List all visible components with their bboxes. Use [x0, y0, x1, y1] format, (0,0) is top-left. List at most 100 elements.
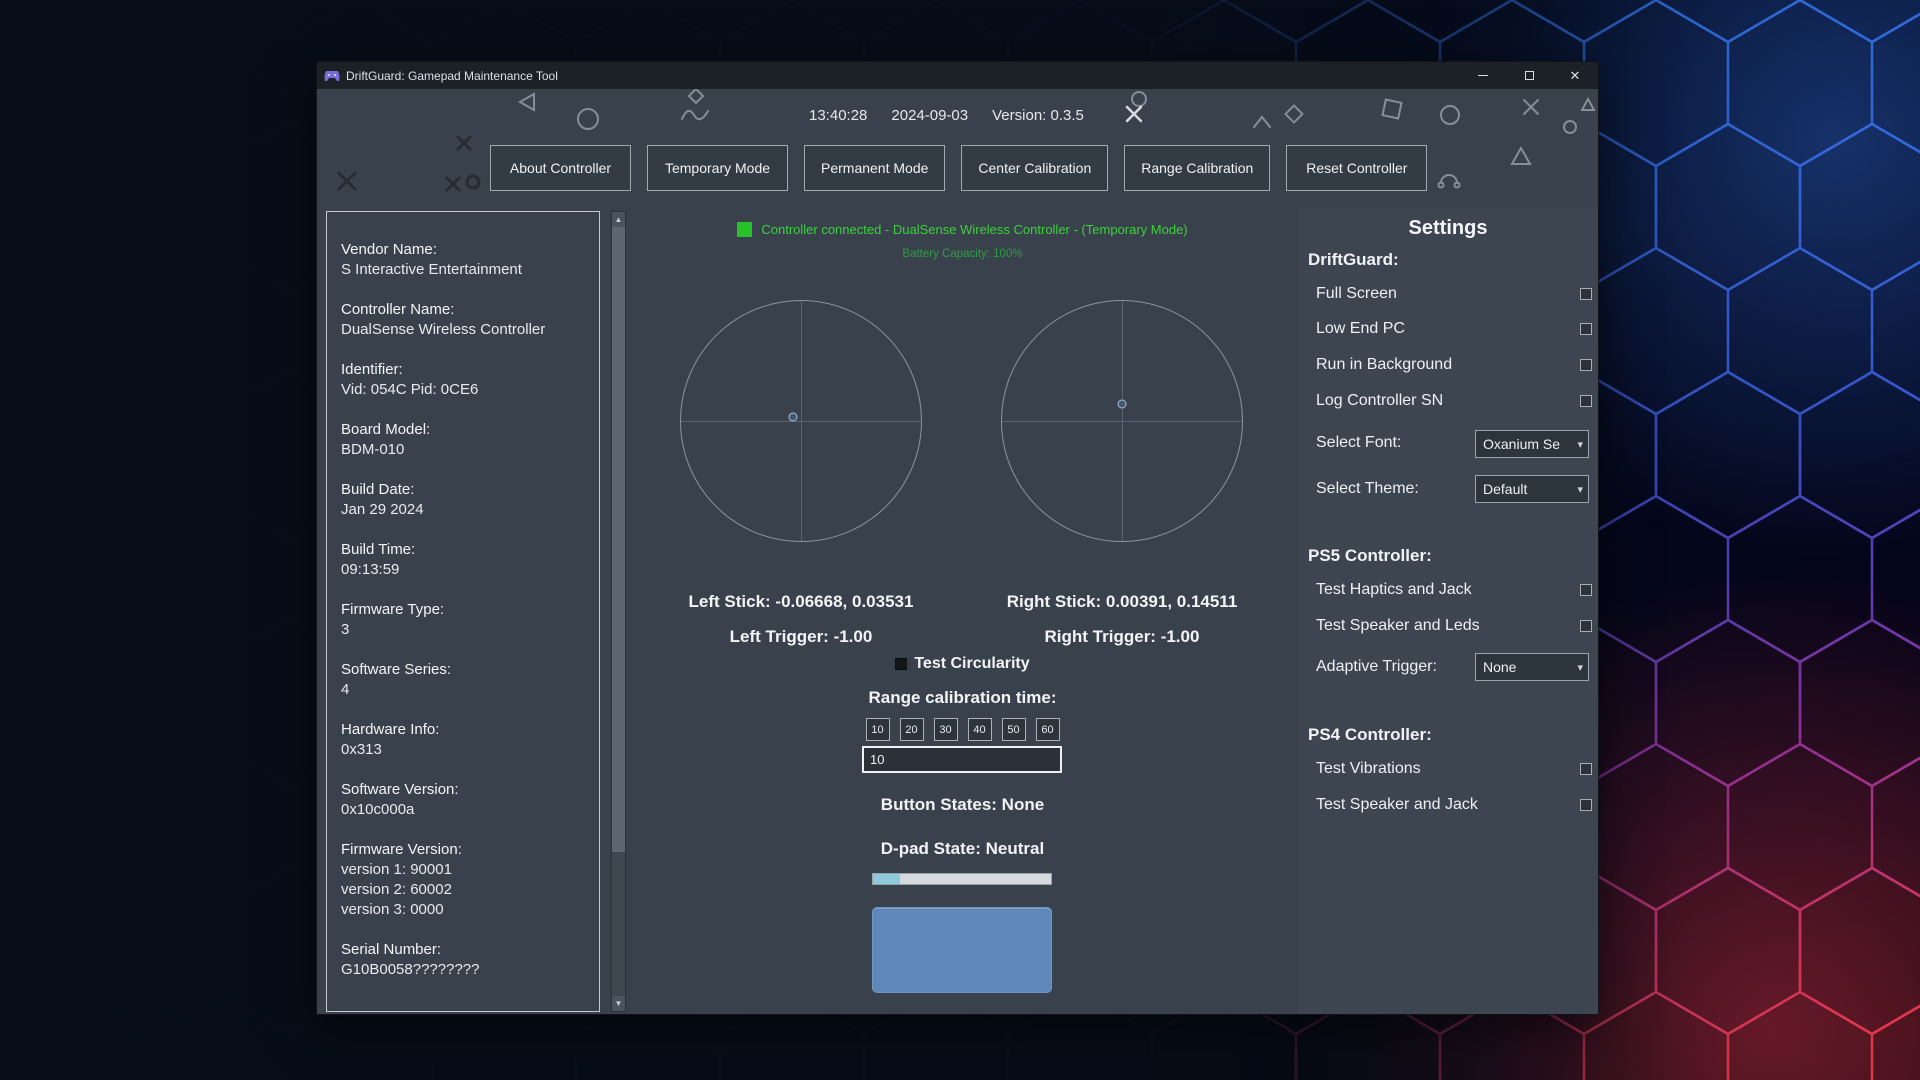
decor-cross-icon	[339, 173, 355, 189]
about-controller-button[interactable]: About Controller	[490, 145, 631, 191]
info-field-label: Vendor Name:	[341, 240, 593, 260]
info-field-value: Jan 29 2024	[341, 500, 593, 520]
info-field: Build Time: 09:13:59	[341, 540, 593, 580]
button-states-text: Button States: None	[627, 795, 1298, 815]
theme-select[interactable]: Default ▾	[1475, 475, 1589, 503]
test-speaker-leds-checkbox[interactable]	[1580, 620, 1592, 632]
decor-headset-icon	[1439, 183, 1444, 188]
info-field-label: Software Version:	[341, 780, 593, 800]
test-circularity-label: Test Circularity	[914, 655, 1029, 673]
info-field-label: Build Time:	[341, 540, 593, 560]
info-field: Firmware Type: 3	[341, 600, 593, 640]
dpad-state-text: D-pad State: Neutral	[627, 839, 1298, 859]
scrollbar-thumb[interactable]	[612, 227, 625, 852]
info-panel-scrollbar[interactable]: ▲ ▼	[611, 211, 626, 1012]
maximize-button[interactable]	[1506, 62, 1552, 89]
info-field-value: S Interactive Entertainment	[341, 260, 593, 280]
crosshair-horizontal	[681, 421, 921, 422]
window-title: DriftGuard: Gamepad Maintenance Tool	[346, 69, 558, 83]
decor-triangle-icon	[1582, 99, 1594, 110]
preset-40-button[interactable]: 40	[968, 718, 992, 741]
info-field: Board Model: BDM-010	[341, 420, 593, 460]
test-circularity-row: Test Circularity	[627, 655, 1298, 673]
info-field-label: Controller Name:	[341, 300, 593, 320]
minimize-icon	[1478, 75, 1488, 76]
scroll-up-icon[interactable]: ▲	[612, 212, 625, 227]
test-vibrations-label: Test Vibrations	[1316, 760, 1421, 778]
titlebar[interactable]: DriftGuard: Gamepad Maintenance Tool ✕	[317, 62, 1598, 89]
decor-headset-icon	[1455, 183, 1460, 188]
decor-headset-icon	[1441, 175, 1457, 183]
decor-circle-icon	[1441, 106, 1459, 124]
test-speaker-jack-checkbox[interactable]	[1580, 799, 1592, 811]
maximize-icon	[1525, 71, 1534, 80]
driftguard-section-header: DriftGuard:	[1308, 250, 1399, 270]
info-field: Identifier: Vid: 054C Pid: 0CE6	[341, 360, 593, 400]
preset-30-button[interactable]: 30	[934, 718, 958, 741]
setting-row: Test Vibrations	[1316, 758, 1592, 780]
adaptive-trigger-value: None	[1483, 659, 1574, 675]
test-haptics-checkbox[interactable]	[1580, 584, 1592, 596]
chevron-down-icon: ▾	[1577, 661, 1583, 674]
low-end-pc-label: Low End PC	[1316, 320, 1405, 338]
run-in-background-checkbox[interactable]	[1580, 359, 1592, 371]
full-screen-label: Full Screen	[1316, 285, 1397, 303]
preset-60-button[interactable]: 60	[1036, 718, 1060, 741]
connection-status: Controller connected - DualSense Wireles…	[627, 222, 1298, 237]
log-controller-sn-label: Log Controller SN	[1316, 392, 1443, 410]
setting-row: Run in Background	[1316, 354, 1592, 376]
decor-triangle-icon	[1512, 148, 1530, 164]
info-field-value: 3	[341, 620, 593, 640]
low-end-pc-checkbox[interactable]	[1580, 323, 1592, 335]
info-field-value: 4	[341, 680, 593, 700]
info-field-label: Hardware Info:	[341, 720, 593, 740]
preset-10-button[interactable]: 10	[866, 718, 890, 741]
left-stick-visualizer	[680, 300, 922, 542]
test-vibrations-checkbox[interactable]	[1580, 763, 1592, 775]
window-controls: ✕	[1460, 62, 1598, 89]
info-field: Build Date: Jan 29 2024	[341, 480, 593, 520]
preset-20-button[interactable]: 20	[900, 718, 924, 741]
battery-capacity-text: Battery Capacity: 100%	[627, 248, 1298, 260]
right-trigger-value: Right Trigger: -1.00	[972, 627, 1272, 647]
font-select[interactable]: Oxanium Se ▾	[1475, 430, 1589, 458]
full-screen-checkbox[interactable]	[1580, 288, 1592, 300]
decor-cross-icon	[447, 178, 459, 190]
decor-circle-icon	[467, 176, 479, 188]
theme-select-value: Default	[1483, 481, 1574, 497]
info-field-value: DualSense Wireless Controller	[341, 320, 593, 340]
range-time-input[interactable]	[862, 746, 1062, 773]
setting-row: Full Screen	[1316, 283, 1592, 305]
left-stick-dot	[788, 412, 797, 421]
decor-circle-icon	[578, 109, 598, 129]
info-field: Serial Number: G10B0058????????	[341, 940, 593, 980]
info-field-label: Board Model:	[341, 420, 593, 440]
adaptive-trigger-select[interactable]: None ▾	[1475, 653, 1589, 681]
app-gamepad-icon	[324, 69, 340, 83]
minimize-button[interactable]	[1460, 62, 1506, 89]
ps4-section-header: PS4 Controller:	[1308, 725, 1432, 745]
info-field: Controller Name: DualSense Wireless Cont…	[341, 300, 593, 340]
right-stick-visualizer	[1001, 300, 1243, 542]
setting-row: Test Speaker and Leds	[1316, 615, 1592, 637]
log-controller-sn-checkbox[interactable]	[1580, 395, 1592, 407]
app-window: DriftGuard: Gamepad Maintenance Tool ✕	[317, 62, 1598, 1014]
setting-row: Test Haptics and Jack	[1316, 579, 1592, 601]
decor-cross-icon	[458, 137, 470, 149]
test-circularity-checkbox[interactable]	[895, 658, 907, 670]
close-icon: ✕	[1570, 68, 1581, 84]
preset-50-button[interactable]: 50	[1002, 718, 1026, 741]
connection-status-indicator	[737, 222, 752, 237]
ps5-section-header: PS5 Controller:	[1308, 546, 1432, 566]
lightbar-color-button[interactable]	[872, 907, 1052, 993]
info-field: Software Series: 4	[341, 660, 593, 700]
close-button[interactable]: ✕	[1552, 62, 1598, 89]
decor-triangle-icon	[520, 94, 534, 110]
info-field: Hardware Info: 0x313	[341, 720, 593, 760]
scroll-down-icon[interactable]: ▼	[612, 996, 625, 1011]
test-speaker-leds-label: Test Speaker and Leds	[1316, 617, 1480, 635]
center-panel: Controller connected - DualSense Wireles…	[627, 89, 1298, 1014]
crosshair-horizontal	[1002, 421, 1242, 422]
reset-controller-button[interactable]: Reset Controller	[1286, 145, 1427, 191]
left-stick-value: Left Stick: -0.06668, 0.03531	[651, 592, 951, 612]
